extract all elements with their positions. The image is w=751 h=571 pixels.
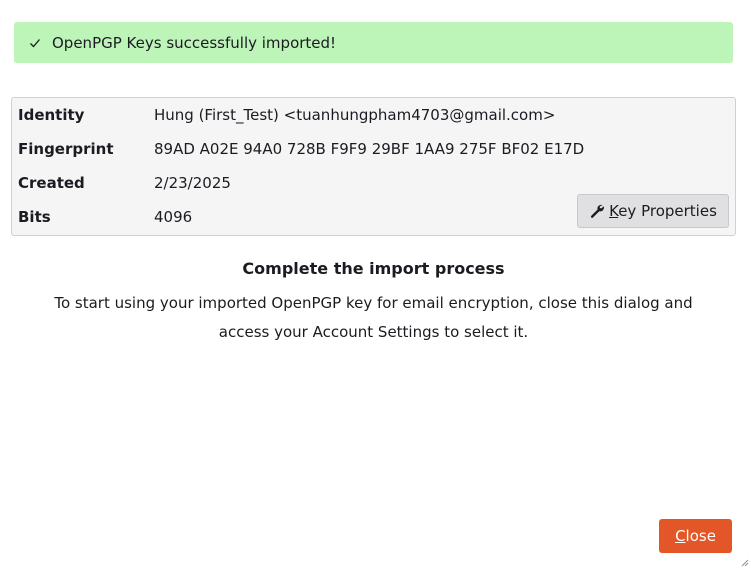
key-details-panel: Identity Hung (First_Test) <tuanhungpham… (11, 97, 736, 236)
banner-message: OpenPGP Keys successfully imported! (52, 33, 337, 52)
identity-value: Hung (First_Test) <tuanhungpham4703@gmai… (154, 106, 556, 124)
identity-label: Identity (18, 106, 85, 124)
key-properties-accesskey: K (609, 202, 619, 220)
close-label-rest: lose (685, 527, 716, 545)
key-properties-label-rest: ey Properties (618, 202, 717, 220)
created-row: Created 2/23/2025 (18, 171, 231, 195)
close-accesskey: C (675, 527, 686, 545)
completion-description: To start using your imported OpenPGP key… (54, 294, 693, 341)
completion-title: Complete the import process (242, 259, 505, 278)
created-value: 2/23/2025 (154, 174, 231, 192)
bits-label: Bits (18, 208, 51, 226)
bits-value: 4096 (154, 208, 193, 226)
created-label: Created (18, 174, 85, 192)
close-button[interactable]: Close (659, 519, 732, 553)
key-properties-button[interactable]: Key Properties (577, 194, 729, 228)
fingerprint-row: Fingerprint 89AD A02E 94A0 728B F9F9 29B… (18, 137, 584, 161)
success-banner: OpenPGP Keys successfully imported! (14, 22, 733, 63)
fingerprint-value: 89AD A02E 94A0 728B F9F9 29BF 1AA9 275F … (154, 140, 585, 158)
check-icon (28, 36, 42, 50)
bits-row: Bits 4096 (18, 205, 192, 229)
resize-grip-icon[interactable] (741, 552, 749, 567)
key-properties-label: Key Properties (609, 202, 717, 220)
fingerprint-label: Fingerprint (18, 140, 114, 158)
wrench-icon (589, 203, 605, 219)
identity-row: Identity Hung (First_Test) <tuanhungpham… (18, 103, 555, 127)
